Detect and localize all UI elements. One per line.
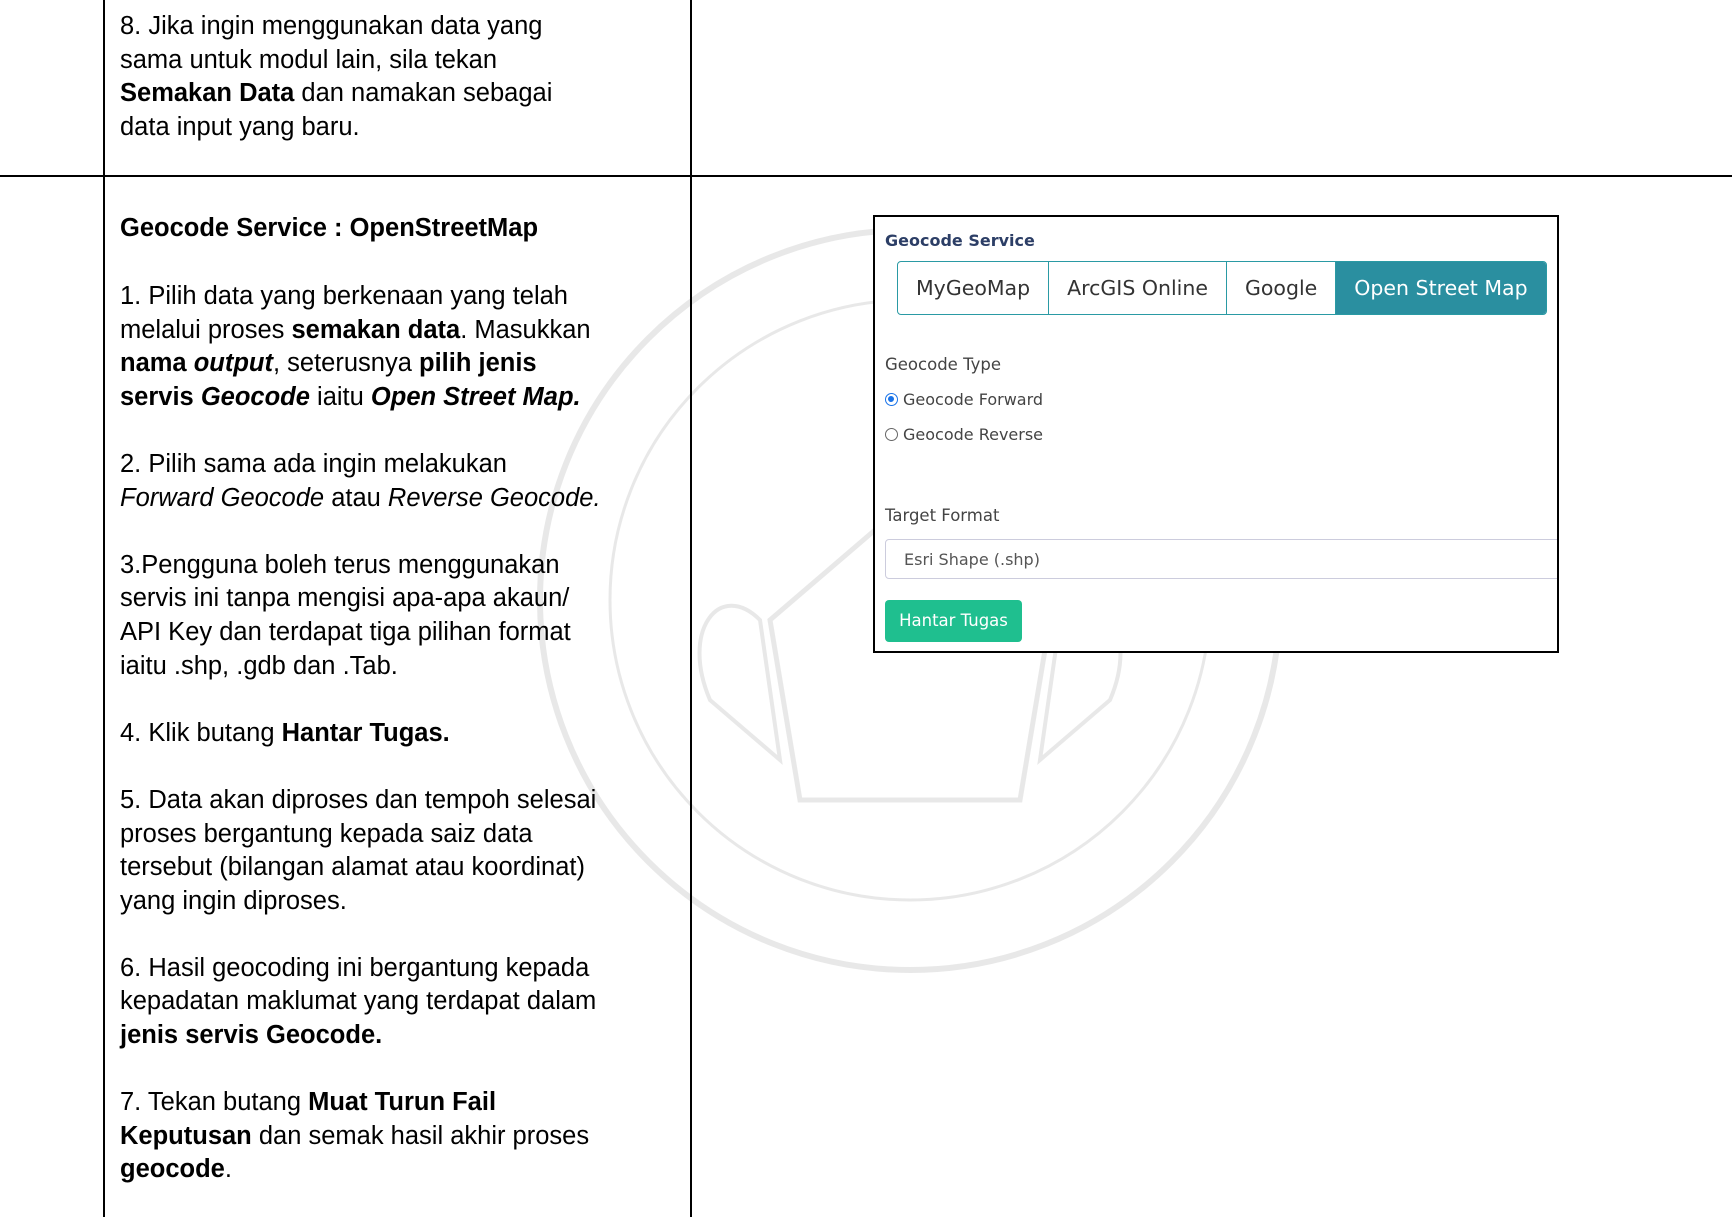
text-line: geocode.	[120, 1155, 232, 1184]
text-line: nama output, seterusnya pilih jenis	[120, 349, 537, 378]
tab-mygeomap[interactable]: MyGeoMap	[898, 262, 1050, 314]
text-line: servis ini tanpa mengisi apa-apa akaun/	[120, 584, 570, 613]
text-line: Semakan Data dan namakan sebagai	[120, 77, 552, 111]
geocode-service-panel: Geocode Service MyGeoMap ArcGIS Online G…	[873, 215, 1559, 653]
target-format-select[interactable]: Esri Shape (.shp)	[885, 539, 1557, 579]
text-line: kepadatan maklumat yang terdapat dalam	[120, 987, 597, 1016]
text-line: 6. Hasil geocoding ini bergantung kepada	[120, 953, 590, 982]
text-line: data input yang baru.	[120, 112, 360, 141]
radio-geocode-reverse[interactable]: Geocode Reverse	[885, 425, 1043, 444]
radio-unselected-icon	[885, 428, 898, 441]
text-line: Keputusan dan semak hasil akhir proses	[120, 1121, 590, 1150]
instructions-text: 1. Pilih data yang berkenaan yang telah …	[120, 280, 601, 1187]
radio-label: Geocode Forward	[903, 390, 1044, 409]
target-format-label: Target Format	[885, 506, 1000, 525]
text-line: 2. Pilih sama ada ingin melakukan	[120, 449, 507, 478]
text-line: API Key dan terdapat tiga pilihan format	[120, 617, 571, 646]
text-line: 4. Klik butang Hantar Tugas.	[120, 718, 450, 747]
text-line: 7. Tekan butang Muat Turun Fail	[120, 1088, 497, 1117]
text-line: jenis servis Geocode.	[120, 1021, 383, 1050]
table-border-middle	[690, 0, 692, 1217]
text-line: yang ingin diproses.	[120, 886, 347, 915]
text-line: 8. Jika ingin menggunakan data yang	[120, 12, 543, 40]
hantar-tugas-button[interactable]: Hantar Tugas	[885, 600, 1022, 642]
text-line: servis Geocode iaitu Open Street Map.	[120, 382, 581, 411]
text-line: 5. Data akan diproses dan tempoh selesai	[120, 785, 597, 814]
text-line: 3.Pengguna boleh terus menggunakan	[120, 550, 560, 579]
text-line: sama untuk modul lain, sila tekan	[120, 45, 498, 74]
table-border-left	[103, 0, 105, 1217]
geocode-service-tabs: MyGeoMap ArcGIS Online Google Open Stree…	[897, 261, 1547, 315]
table-row-divider	[0, 175, 1732, 177]
text-run: dan namakan sebagai	[294, 79, 553, 108]
text-line: Forward Geocode atau Reverse Geocode.	[120, 483, 601, 512]
text-line: 1. Pilih data yang berkenaan yang telah	[120, 282, 568, 310]
radio-geocode-forward[interactable]: Geocode Forward	[885, 390, 1043, 409]
step-8-text: 8. Jika ingin menggunakan data yang sama…	[120, 10, 552, 144]
text-line: iaitu .shp, .gdb dan .Tab.	[120, 651, 398, 680]
geocode-type-label: Geocode Type	[885, 355, 1001, 374]
panel-title: Geocode Service	[885, 231, 1035, 250]
text-line: proses bergantung kepada saiz data	[120, 819, 533, 848]
bold-text: Semakan Data	[120, 79, 295, 108]
text-line: tersebut (bilangan alamat atau koordinat…	[120, 853, 585, 882]
radio-label: Geocode Reverse	[903, 425, 1044, 444]
tab-open-street-map[interactable]: Open Street Map	[1336, 262, 1546, 314]
radio-selected-icon	[885, 393, 898, 406]
section-heading: Geocode Service : OpenStreetMap	[120, 214, 539, 242]
text-line: melalui proses semakan data. Masukkan	[120, 315, 591, 344]
tab-google[interactable]: Google	[1227, 262, 1337, 314]
document-page: 8. Jika ingin menggunakan data yang sama…	[0, 0, 1732, 1217]
tab-arcgis-online[interactable]: ArcGIS Online	[1049, 262, 1227, 314]
